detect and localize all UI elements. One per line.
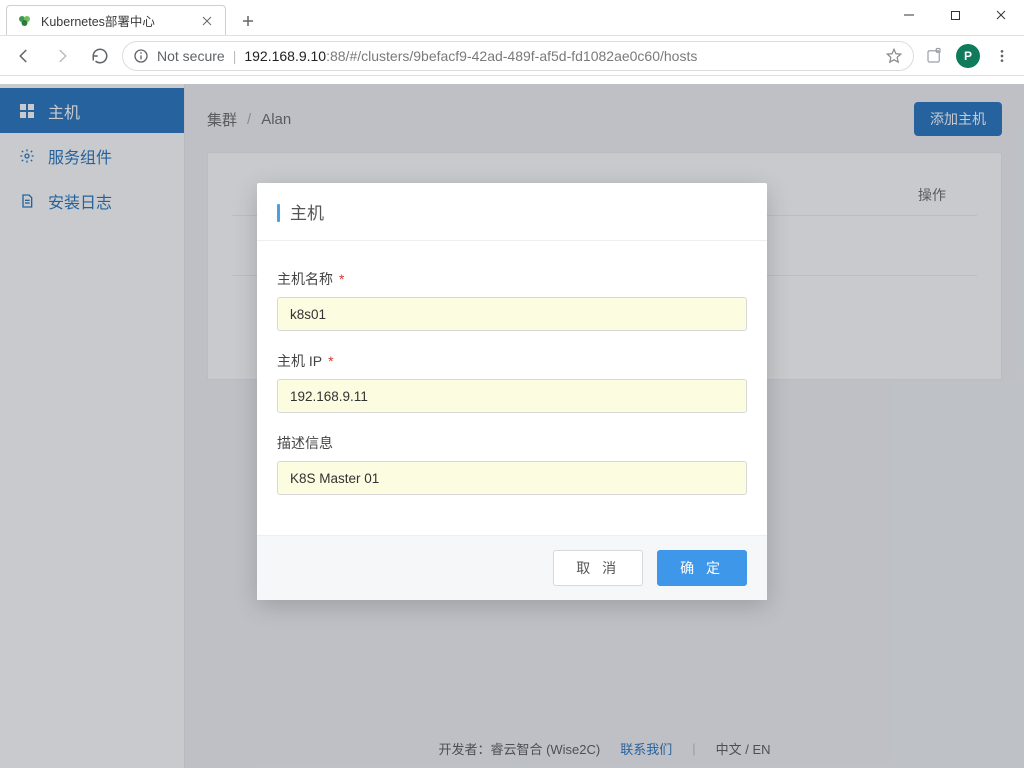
window-minimize-button[interactable] [886,0,932,30]
extension-icon[interactable] [920,42,948,70]
tab-close-icon[interactable] [199,13,215,29]
modal-title: 主机 [290,204,324,223]
profile-avatar[interactable]: P [954,42,982,70]
browser-tab-title: Kubernetes部署中心 [41,11,155,30]
not-secure-label: Not secure [157,48,225,64]
host-desc-input[interactable] [277,461,747,495]
modal-header: 主机 [257,183,767,241]
browser-toolbar: Not secure | 192.168.9.10:88/#/clusters/… [0,36,1024,76]
url-path: :88/#/clusters/9befacf9-42ad-489f-af5d-f… [326,48,697,64]
cancel-button[interactable]: 取 消 [553,550,643,586]
address-bar[interactable]: Not secure | 192.168.9.10:88/#/clusters/… [122,41,914,71]
label-text: 主机 IP [277,351,322,371]
url-host: 192.168.9.10 [244,48,326,64]
header-accent [277,204,280,222]
back-button[interactable] [8,40,40,72]
forward-button[interactable] [46,40,78,72]
confirm-button[interactable]: 确 定 [657,550,747,586]
label-host-desc: 描述信息 [277,433,747,453]
reload-button[interactable] [84,40,116,72]
url-text: 192.168.9.10:88/#/clusters/9befacf9-42ad… [244,48,697,64]
label-text: 描述信息 [277,433,333,453]
required-star-icon: * [328,353,333,369]
browser-menu-icon[interactable] [988,42,1016,70]
required-star-icon: * [339,271,344,287]
site-info-icon[interactable] [133,48,149,64]
window-controls [886,0,1024,30]
modal-footer: 取 消 确 定 [257,535,767,600]
window-close-button[interactable] [978,0,1024,30]
window-maximize-button[interactable] [932,0,978,30]
host-modal: 主机 主机名称 * 主机 IP * 描述信息 取 消 确 定 [257,183,767,600]
favicon-icon [17,13,33,29]
label-text: 主机名称 [277,269,333,289]
browser-tab-active[interactable]: Kubernetes部署中心 [6,5,226,35]
label-host-name: 主机名称 * [277,269,747,289]
new-tab-button[interactable] [234,7,262,35]
form-row-ip: 主机 IP * [277,351,747,413]
modal-body: 主机名称 * 主机 IP * 描述信息 [257,241,767,535]
host-ip-input[interactable] [277,379,747,413]
host-name-input[interactable] [277,297,747,331]
avatar-initial: P [956,44,980,68]
addr-separator: | [233,48,237,64]
browser-tab-strip: Kubernetes部署中心 [0,0,1024,36]
bookmark-star-icon[interactable] [885,47,903,65]
form-row-name: 主机名称 * [277,269,747,331]
form-row-desc: 描述信息 [277,433,747,495]
label-host-ip: 主机 IP * [277,351,747,371]
